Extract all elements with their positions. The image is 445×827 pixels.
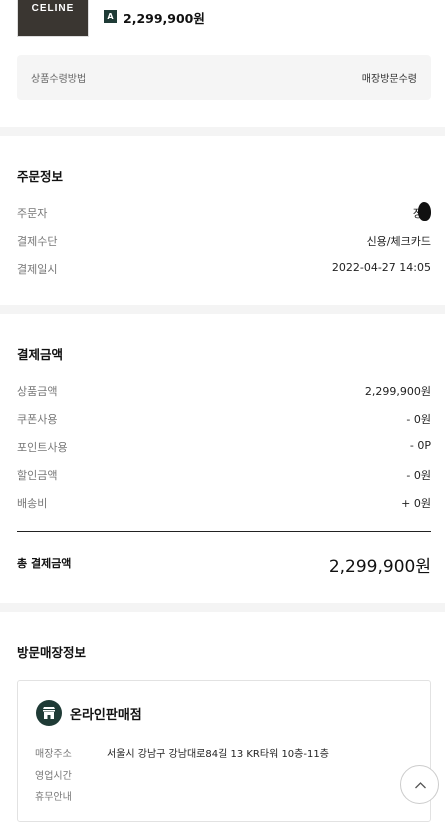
payment-row: 배송비 + 0원 xyxy=(17,495,431,511)
payment-date-label: 결제일시 xyxy=(17,263,58,276)
pickup-method-label: 상품수령방법 xyxy=(31,74,87,85)
total-label: 총 결제금액 xyxy=(17,557,72,570)
product-amount-label: 상품금액 xyxy=(17,385,58,398)
section-divider xyxy=(0,305,445,314)
order-info-row: 결제수단 신용/체크카드 xyxy=(17,233,431,249)
section-divider xyxy=(0,127,445,136)
payment-row: 포인트사용 - 0P xyxy=(17,439,431,455)
store-card: 온라인판매점 매장주소 서울시 강남구 강남대로84길 13 KR타워 10층-… xyxy=(17,680,431,822)
payment-title: 결제금액 xyxy=(17,347,64,362)
points-value: - 0P xyxy=(409,439,431,452)
store-address-label: 매장주소 xyxy=(35,749,72,760)
grade-badge: A xyxy=(104,10,117,23)
orderer-label: 주문자 xyxy=(17,207,48,220)
store-name: 온라인판매점 xyxy=(70,708,142,723)
shipping-value: + 0원 xyxy=(401,497,431,510)
discount-label: 할인금액 xyxy=(17,469,58,482)
store-holiday-label: 휴무안내 xyxy=(35,792,72,803)
store-section-title: 방문매장정보 xyxy=(17,645,87,660)
scroll-to-top-button[interactable] xyxy=(400,765,439,804)
brand-logo: CELINE xyxy=(31,3,75,14)
payment-row: 할인금액 - 0원 xyxy=(17,467,431,483)
total-value: 2,299,900원 xyxy=(328,557,431,577)
shipping-label: 배송비 xyxy=(17,497,48,510)
coupon-value: - 0원 xyxy=(406,413,431,426)
discount-value: - 0원 xyxy=(406,469,431,482)
product-thumbnail[interactable]: CELINE xyxy=(17,0,89,37)
payment-row: 상품금액 2,299,900원 xyxy=(17,383,431,399)
pickup-method-value: 매장방문수령 xyxy=(361,74,417,85)
section-divider xyxy=(0,603,445,612)
payment-method-label: 결제수단 xyxy=(17,235,58,248)
pickup-method-box: 상품수령방법 매장방문수령 xyxy=(17,55,431,100)
total-divider xyxy=(17,531,431,532)
points-label: 포인트사용 xyxy=(17,441,68,454)
coupon-label: 쿠폰사용 xyxy=(17,413,58,426)
order-info-row: 주문자 장 xyxy=(17,202,431,221)
store-address-value: 서울시 강남구 강남대로84길 13 KR타워 10층-11층 xyxy=(107,749,329,760)
store-hours-label: 영업시간 xyxy=(35,771,72,782)
payment-method-value: 신용/체크카드 xyxy=(366,235,431,248)
product-summary: CELINE A 2,299,900원 xyxy=(0,0,445,40)
store-icon xyxy=(36,700,62,726)
redaction-mark xyxy=(418,202,431,221)
payment-row: 쿠폰사용 - 0원 xyxy=(17,411,431,427)
product-price: 2,299,900원 xyxy=(123,11,205,26)
order-info-row: 결제일시 2022-04-27 14:05 xyxy=(17,261,431,277)
product-amount-value: 2,299,900원 xyxy=(364,385,431,398)
payment-date-value: 2022-04-27 14:05 xyxy=(331,261,431,274)
chevron-up-icon xyxy=(415,782,426,789)
order-info-title: 주문정보 xyxy=(17,169,64,184)
